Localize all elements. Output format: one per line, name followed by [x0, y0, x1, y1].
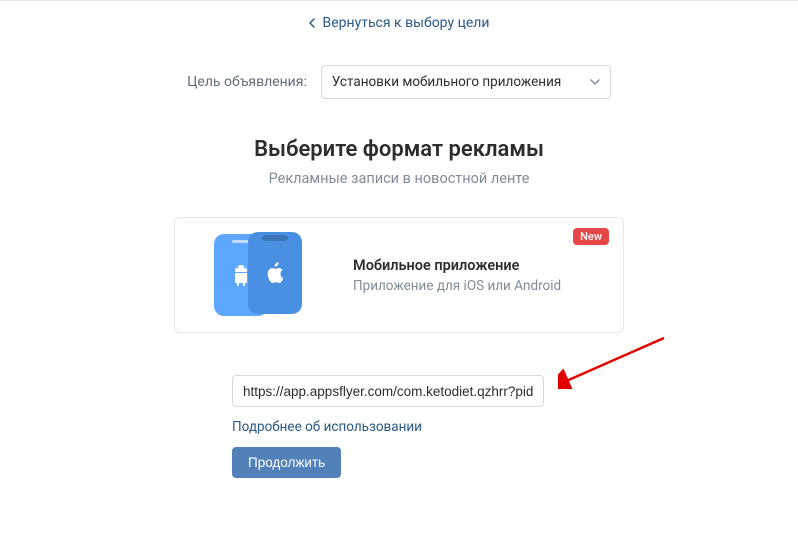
more-about-usage-link[interactable]: Подробнее об использовании	[232, 419, 422, 435]
goal-label: Цель объявления:	[187, 74, 307, 90]
back-to-goal-link[interactable]: Вернуться к выбору цели	[0, 1, 798, 43]
continue-button[interactable]: Продолжить	[232, 447, 341, 478]
format-card-mobile-app[interactable]: Мобильное приложение Приложение для iOS …	[174, 217, 624, 333]
card-description: Приложение для iOS или Android	[353, 278, 623, 294]
goal-select[interactable]: Установки мобильного приложения	[321, 65, 611, 99]
back-link-text: Вернуться к выбору цели	[323, 15, 490, 31]
page-subheading: Рекламные записи в новостной ленте	[0, 170, 798, 187]
card-title: Мобильное приложение	[353, 257, 623, 274]
page-heading: Выберите формат рекламы	[0, 137, 798, 162]
tracking-url-input[interactable]	[232, 375, 544, 407]
url-section: Подробнее об использовании Продолжить	[232, 375, 798, 478]
chevron-left-icon	[309, 18, 315, 28]
goal-row: Цель объявления: Установки мобильного пр…	[0, 43, 798, 109]
chevron-down-icon	[590, 79, 600, 85]
new-badge: New	[573, 228, 609, 245]
goal-select-value: Установки мобильного приложения	[332, 74, 561, 90]
card-illustration	[175, 218, 343, 332]
apple-phone-icon	[248, 232, 302, 314]
